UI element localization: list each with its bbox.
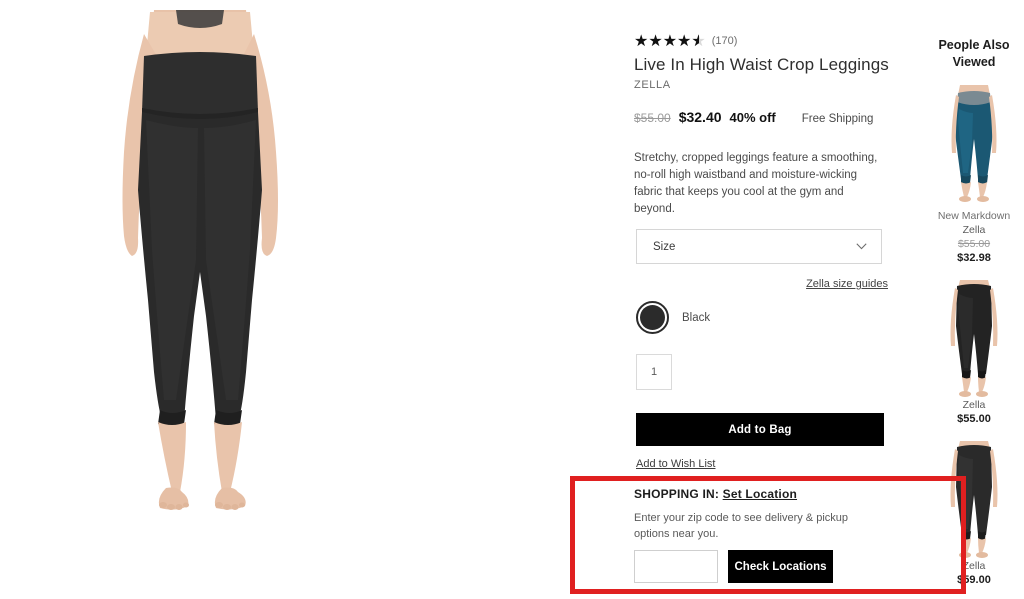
color-swatch-black[interactable] — [636, 301, 669, 334]
free-shipping-label: Free Shipping — [801, 113, 874, 125]
product-image-gallery[interactable] — [0, 0, 600, 599]
size-dropdown[interactable]: Size — [636, 229, 882, 264]
recommended-product-1-image[interactable] — [934, 83, 1014, 203]
quantity-stepper[interactable]: 1 — [636, 354, 672, 390]
recommended-product-1-old-price: $55.00 — [957, 238, 991, 250]
people-also-viewed-title: People Also Viewed — [938, 38, 1010, 69]
brand-label[interactable]: ZELLA — [634, 79, 671, 91]
product-description: Stretchy, cropped leggings feature a smo… — [634, 152, 878, 215]
recommended-product-3-brand: Zella — [962, 560, 986, 572]
recommended-product-3-image[interactable] — [934, 439, 1014, 559]
price-block: $55.00 $32.40 40% off Free Shipping — [634, 109, 873, 125]
color-selector: Black — [636, 301, 710, 334]
size-dropdown-label: Size — [653, 240, 676, 253]
recommended-product-3-price: $59.00 — [957, 574, 991, 586]
recommended-product-1[interactable]: New Markdown Zella $55.00 $32.98 — [924, 83, 1024, 266]
current-price: $32.40 — [678, 109, 722, 125]
review-count[interactable]: (170) — [712, 35, 738, 47]
discount-label: 40% off — [729, 110, 776, 125]
original-price: $55.00 — [634, 111, 671, 125]
shopping-in-heading: SHOPPING IN: Set Location — [634, 487, 890, 501]
recommended-product-1-brand: Zella — [962, 224, 986, 236]
color-name-label: Black — [682, 311, 711, 324]
shopping-in-subtext: Enter your zip code to see delivery & pi… — [634, 512, 849, 540]
add-to-wish-list-link[interactable]: Add to Wish List — [636, 458, 715, 470]
recommended-product-2-brand: Zella — [962, 399, 986, 411]
recommended-product-2[interactable]: Zella $55.00 — [924, 278, 1024, 427]
color-swatch-dot — [640, 305, 665, 330]
people-also-viewed-rail: People Also Viewed New Markdown Zella $5… — [924, 0, 1024, 599]
zip-code-form: Check Locations — [634, 550, 833, 583]
recommended-product-1-badge: New Markdown — [937, 210, 1011, 222]
shopping-in-section: SHOPPING IN: Set Location Enter your zip… — [634, 487, 890, 583]
zip-code-input[interactable] — [634, 550, 718, 583]
page-title: Live In High Waist Crop Leggings — [634, 55, 889, 74]
product-detail-page: ★★★★★ ★★★★★ (170) Live In High Waist Crop… — [0, 0, 1024, 599]
chevron-down-icon — [856, 243, 867, 250]
star-rating-icon: ★★★★★ ★★★★★ — [634, 31, 706, 50]
add-to-bag-button[interactable]: Add to Bag — [636, 413, 884, 446]
check-locations-button[interactable]: Check Locations — [728, 550, 833, 583]
set-location-link[interactable]: Set Location — [723, 487, 797, 501]
size-guides-link[interactable]: Zella size guides — [806, 278, 888, 290]
recommended-product-3[interactable]: Zella $59.00 — [924, 439, 1024, 588]
shopping-in-prefix: SHOPPING IN: — [634, 487, 720, 501]
star-rating-fill: ★★★★★ — [634, 33, 699, 49]
product-rating[interactable]: ★★★★★ ★★★★★ (170) — [634, 33, 737, 49]
recommended-product-1-price: $32.98 — [957, 252, 991, 264]
recommended-product-2-price: $55.00 — [957, 413, 991, 425]
main-product-image[interactable] — [0, 0, 600, 599]
recommended-product-2-image[interactable] — [934, 278, 1014, 398]
